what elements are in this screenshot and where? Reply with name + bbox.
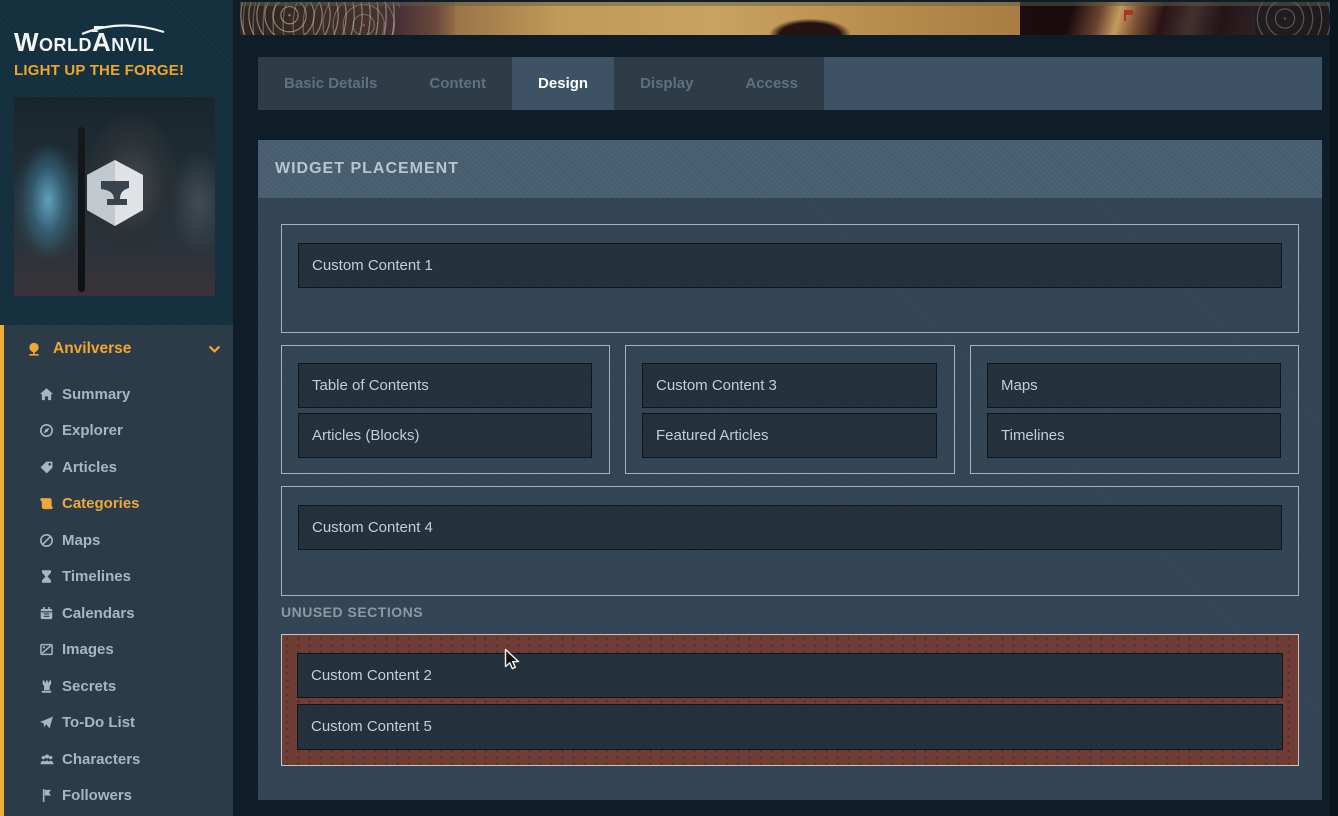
world-cover-image[interactable]: Switch to... [14, 97, 215, 296]
world-name: Anvilverse [53, 340, 131, 358]
sidebar-item-followers[interactable]: Followers [0, 778, 233, 815]
users-icon [38, 752, 55, 767]
sidebar-item-characters[interactable]: Characters [0, 741, 233, 778]
sidebar-nav: Summary Explorer Articles Categories [0, 376, 233, 814]
sidebar-item-maps[interactable]: Maps [0, 522, 233, 559]
widget-featured-articles[interactable]: Featured Articles [642, 413, 937, 458]
tagline: LIGHT UP THE FORGE! [14, 62, 184, 79]
banner-art [1255, 2, 1330, 35]
calendar-icon [38, 606, 55, 621]
globe-icon [26, 341, 44, 357]
tab-basic-details[interactable]: Basic Details [258, 57, 403, 110]
panel-title: WIDGET PLACEMENT [258, 140, 1322, 198]
widget-custom-content-3[interactable]: Custom Content 3 [642, 363, 937, 408]
unused-sections-zone[interactable]: Custom Content 2 Custom Content 5 [281, 634, 1299, 766]
unused-sections-label: UNUSED SECTIONS [281, 604, 423, 620]
sidebar-item-secrets[interactable]: Secrets [0, 668, 233, 705]
widget-custom-content-5[interactable]: Custom Content 5 [297, 704, 1283, 750]
settings-tab-bar: Basic Details Content Design Display Acc… [258, 57, 1322, 110]
home-icon [38, 387, 55, 402]
tab-design[interactable]: Design [512, 57, 614, 110]
sidebar-item-images[interactable]: Images [0, 632, 233, 669]
cover-art-figure [22, 145, 74, 255]
sidebar-item-timelines[interactable]: Timelines [0, 559, 233, 596]
world-map-banner [240, 2, 1330, 35]
chevron-down-icon[interactable] [208, 343, 221, 356]
banner-edge [240, 2, 1330, 6]
sidebar-item-articles[interactable]: Articles [0, 449, 233, 486]
widget-timelines[interactable]: Timelines [987, 413, 1281, 458]
widget-placement-panel: WIDGET PLACEMENT Custom Content 1 Table … [258, 140, 1322, 800]
map-marker-icon [1126, 10, 1133, 15]
sidebar-item-todo-list[interactable]: To-Do List [0, 705, 233, 742]
paper-plane-icon [38, 715, 55, 730]
shield-anvil-emblem [86, 159, 144, 227]
scroll-icon [38, 496, 55, 511]
worldanvil-logo[interactable]: WorldAnvil [14, 24, 214, 60]
compass-icon [38, 423, 55, 438]
panel-body: Custom Content 1 Table of Contents Artic… [258, 198, 1322, 800]
widget-table-of-contents[interactable]: Table of Contents [298, 363, 592, 408]
banner-art [755, 2, 865, 35]
scrollbar-track[interactable] [1330, 0, 1338, 816]
sidebar-item-calendars[interactable]: Calendars [0, 595, 233, 632]
placement-section-bottom[interactable]: Custom Content 4 [281, 486, 1299, 596]
placement-section-center-column[interactable]: Custom Content 3 Featured Articles [625, 345, 955, 474]
tower-icon [38, 679, 55, 694]
tab-content[interactable]: Content [403, 57, 512, 110]
sidebar-item-anvilverse[interactable]: Anvilverse [0, 334, 233, 364]
book-icon [38, 460, 55, 475]
widget-maps[interactable]: Maps [987, 363, 1281, 408]
sidebar-item-explorer[interactable]: Explorer [0, 413, 233, 450]
map-icon [38, 533, 55, 548]
flag-icon [38, 788, 55, 803]
page: WorldAnvil LIGHT UP THE FORGE! Switch to… [0, 0, 1338, 816]
logo-anvil-arc [78, 20, 174, 36]
sidebar: WorldAnvil LIGHT UP THE FORGE! Switch to… [0, 0, 233, 816]
widget-custom-content-1[interactable]: Custom Content 1 [298, 243, 1282, 288]
sidebar-item-summary[interactable]: Summary [0, 376, 233, 413]
banner-coastline-art [240, 2, 405, 35]
banner-art [400, 2, 460, 35]
banner-mountain-art [1020, 2, 1255, 35]
placement-section-right-column[interactable]: Maps Timelines [970, 345, 1299, 474]
widget-custom-content-4[interactable]: Custom Content 4 [298, 505, 1282, 550]
widget-custom-content-2[interactable]: Custom Content 2 [297, 653, 1283, 698]
image-icon [38, 642, 55, 657]
hourglass-icon [38, 569, 55, 584]
tab-strip: Basic Details Content Design Display Acc… [258, 57, 824, 110]
placement-section-left-column[interactable]: Table of Contents Articles (Blocks) [281, 345, 610, 474]
widget-articles-blocks[interactable]: Articles (Blocks) [298, 413, 592, 458]
tab-access[interactable]: Access [719, 57, 824, 110]
tab-display[interactable]: Display [614, 57, 719, 110]
banner-parchment-art [455, 2, 1030, 35]
sidebar-item-categories[interactable]: Categories [0, 486, 233, 523]
placement-section-top[interactable]: Custom Content 1 [281, 224, 1299, 333]
